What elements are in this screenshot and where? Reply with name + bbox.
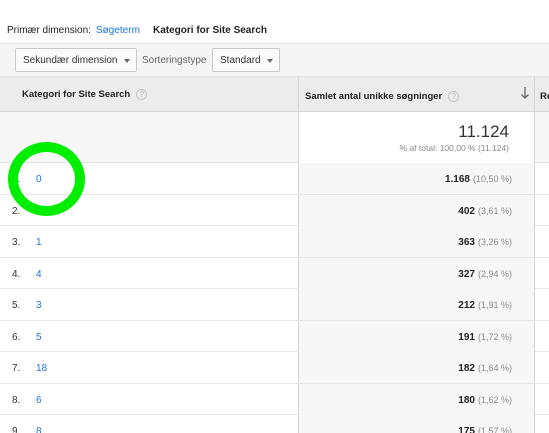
totals-row: 11.124 % af total: 100,00 % (11.124)	[0, 112, 549, 163]
row-number: 3.	[12, 237, 21, 248]
row-percent: (3,61 %)	[477, 205, 512, 216]
row-category-link[interactable]: 8	[36, 426, 42, 433]
table-row: 5. 3 212 (1,91 %)	[0, 289, 549, 321]
row-value: 1.168 (10,50 %)	[444, 174, 512, 185]
column-divider	[298, 112, 299, 163]
row-category-link[interactable]: 18	[36, 363, 47, 374]
column-divider	[534, 77, 535, 112]
table-row: 6. 5 191 (1,72 %)	[0, 320, 549, 352]
column-divider	[298, 163, 299, 194]
column-divider	[534, 320, 535, 352]
column-header-cut-off[interactable]: Re	[540, 91, 549, 102]
column-divider	[298, 194, 299, 226]
row-value: 182 (1,64 %)	[458, 363, 512, 374]
column-divider	[298, 77, 299, 112]
sort-desc-arrow-icon[interactable]	[520, 86, 530, 100]
dimension-link-search-term[interactable]: Søgeterm	[96, 25, 140, 36]
column-divider	[298, 352, 299, 383]
highlight-circle-annotation	[8, 142, 85, 216]
column-divider	[534, 112, 535, 163]
totals-percent: % af total: 100,00 % (11.124)	[399, 143, 509, 153]
row-number: 9.	[12, 426, 21, 433]
row-percent: (1,64 %)	[477, 363, 512, 373]
table-toolbar: Sekundær dimension Sorteringstype Standa…	[0, 43, 549, 77]
row-value: 175 (1,57 %)	[458, 426, 512, 433]
row-value: 212 (1,91 %)	[458, 300, 512, 311]
column-divider	[298, 383, 299, 415]
column-divider	[298, 226, 299, 257]
help-icon[interactable]: ?	[448, 91, 460, 102]
dimension-bar: Primær dimension: Søgeterm Kategori for …	[0, 0, 549, 43]
row-percent: (1,72 %)	[477, 331, 512, 342]
row-value: 180 (1,62 %)	[458, 394, 512, 406]
row-value-cell: 402 (3,61 %)	[298, 194, 534, 226]
column-divider	[534, 163, 535, 194]
table-row: 9. 8 175 (1,57 %)	[0, 415, 549, 433]
column-header-unique-searches[interactable]: Samlet antal unikke søgninger?	[305, 91, 460, 102]
row-number: 2.	[12, 205, 21, 217]
row-value-cell: 182 (1,64 %)	[298, 352, 534, 383]
table-row: 4. 4 327 (2,94 %)	[0, 257, 549, 289]
totals-cell: 11.124 % af total: 100,00 % (11.124)	[298, 112, 534, 163]
table-row: 2. 2 402 (3,61 %)	[0, 194, 549, 226]
column-divider	[534, 194, 535, 226]
row-number: 7.	[12, 363, 21, 374]
column-divider	[298, 415, 299, 433]
column-divider	[298, 320, 299, 352]
dropdown-caret-icon	[267, 59, 273, 63]
row-value: 363 (3,26 %)	[458, 237, 512, 248]
row-number: 8.	[12, 394, 21, 406]
row-value-cell: 327 (2,94 %)	[298, 257, 534, 289]
row-number: 4.	[12, 268, 21, 280]
dropdown-caret-icon	[124, 59, 130, 63]
row-number: 5.	[12, 300, 21, 311]
sort-type-label: Sorteringstype	[142, 55, 207, 66]
table-row: 7. 18 182 (1,64 %)	[0, 352, 549, 384]
row-value-cell: 175 (1,57 %)	[298, 415, 534, 433]
dimension-active-site-search-category: Kategori for Site Search	[153, 25, 267, 36]
row-percent: (1,91 %)	[477, 300, 512, 310]
column-divider	[534, 352, 535, 383]
row-value-cell: 212 (1,91 %)	[298, 289, 534, 320]
help-icon[interactable]: ?	[136, 89, 148, 100]
column-divider	[534, 289, 535, 320]
row-value: 327 (2,94 %)	[458, 268, 512, 280]
totals-value: 11.124	[458, 122, 509, 141]
row-percent: (3,26 %)	[477, 237, 512, 247]
row-value-cell: 1.168 (10,50 %)	[298, 163, 534, 194]
sort-type-value: Standard	[220, 55, 261, 66]
sort-type-dropdown[interactable]: Standard	[212, 48, 280, 72]
secondary-dimension-dropdown[interactable]: Sekundær dimension	[15, 48, 137, 72]
secondary-dimension-label: Sekundær dimension	[23, 55, 118, 66]
column-divider	[534, 415, 535, 433]
primary-dimension-label: Primær dimension:	[7, 25, 91, 36]
row-category-link[interactable]: 4	[36, 269, 42, 280]
row-value: 402 (3,61 %)	[458, 205, 512, 217]
row-category-link[interactable]: 1	[36, 237, 42, 248]
row-percent: (2,94 %)	[477, 268, 512, 279]
row-value: 191 (1,72 %)	[458, 331, 512, 343]
row-value-cell: 191 (1,72 %)	[298, 320, 534, 352]
column-divider	[298, 257, 299, 289]
row-percent: (10,50 %)	[472, 174, 512, 184]
column-header-category[interactable]: Kategori for Site Search?	[22, 89, 148, 100]
row-percent: (1,57 %)	[477, 426, 512, 433]
row-value-cell: 180 (1,62 %)	[298, 383, 534, 415]
column-divider	[534, 383, 535, 415]
table-row: 8. 6 180 (1,62 %)	[0, 383, 549, 415]
column-divider	[298, 289, 299, 320]
row-number: 6.	[12, 331, 21, 343]
table-header: Kategori for Site Search? Samlet antal u…	[0, 77, 549, 112]
row-value-cell: 363 (3,26 %)	[298, 226, 534, 257]
column-divider	[534, 257, 535, 289]
row-category-link[interactable]: 6	[36, 395, 42, 406]
row-category-link[interactable]: 3	[36, 300, 42, 311]
row-percent: (1,62 %)	[477, 394, 512, 405]
column-divider	[534, 226, 535, 257]
table-row: 3. 1 363 (3,26 %)	[0, 226, 549, 258]
row-category-link[interactable]: 5	[36, 332, 42, 343]
